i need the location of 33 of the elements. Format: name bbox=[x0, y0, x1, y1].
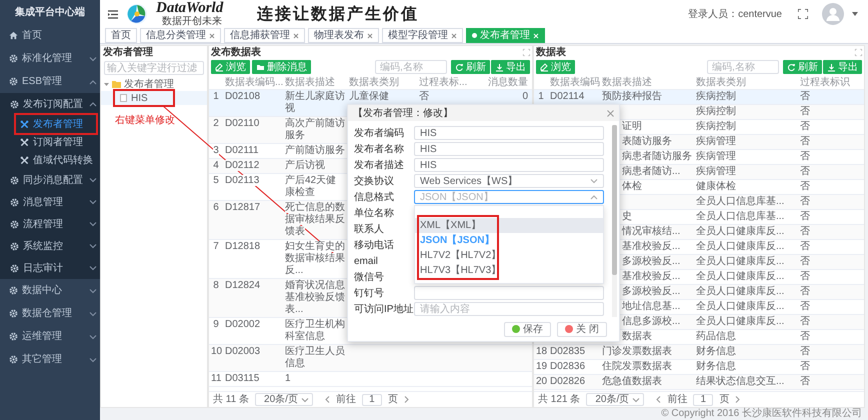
field-label: 联系人 bbox=[354, 222, 385, 236]
table-cell-text: 门诊发票数据表 bbox=[601, 345, 673, 359]
field-label: 发布者编码 bbox=[354, 126, 405, 140]
copyright-text: © Copyright 2016 长沙康医软件科技有限公司 bbox=[660, 408, 863, 420]
goto-label: 前往 bbox=[336, 392, 356, 407]
sidebar-title: 集成平台中心端 bbox=[14, 5, 86, 20]
field-label: 钉钉号 bbox=[354, 286, 385, 300]
table-cell-text: 3 bbox=[212, 144, 220, 158]
field-label: 发布者名称 bbox=[354, 142, 405, 156]
panel-title: 发布数据表 bbox=[211, 46, 261, 60]
logo-text: DataWorld bbox=[156, 1, 224, 16]
field-label: email bbox=[354, 254, 379, 268]
field-label: 信息格式 bbox=[354, 190, 395, 204]
field-label: 移动电话 bbox=[354, 238, 395, 252]
total-count: 共 121 条 bbox=[538, 392, 580, 407]
annotation-text: 右键菜单修改 bbox=[114, 114, 176, 128]
field-label: 微信号 bbox=[354, 270, 385, 284]
panel-title: 数据表 bbox=[536, 46, 566, 60]
field-label: 单位名称 bbox=[354, 206, 395, 220]
field-label: 发布者描述 bbox=[354, 158, 405, 172]
table-cell-text: D02113 bbox=[224, 174, 260, 188]
panel-title: 发布者管理 bbox=[102, 46, 154, 59]
page-unit-label: 页 bbox=[719, 393, 730, 407]
user-label: 登录人员：centervue bbox=[688, 8, 782, 22]
table-cell-text: D02112 bbox=[224, 159, 260, 173]
field-label: 交换协议 bbox=[354, 174, 395, 188]
total-count: 共 11 条 bbox=[213, 392, 249, 407]
table-cell-text: 结果状态信息交互... bbox=[695, 375, 786, 389]
logo-tagline: 数据开创未来 bbox=[161, 16, 223, 27]
slogan: 连接让数据产生价值 bbox=[257, 3, 420, 25]
goto-label: 前往 bbox=[667, 392, 688, 407]
page-unit-label: 页 bbox=[388, 393, 398, 407]
field-label: 可访问IP地址 bbox=[354, 302, 414, 316]
